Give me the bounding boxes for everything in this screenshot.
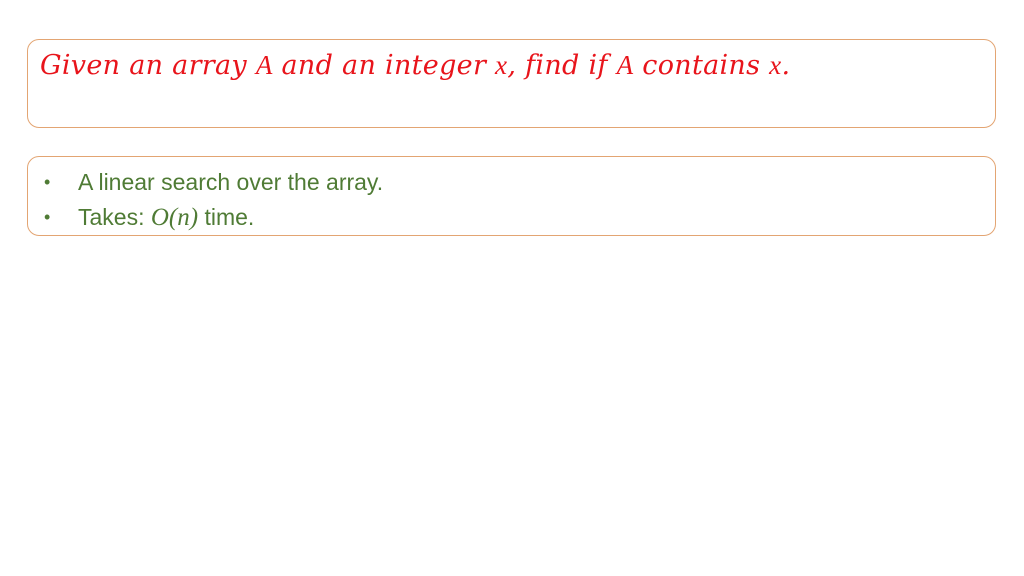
title-text-segment: contains (633, 50, 770, 81)
math-variable: A (255, 50, 273, 80)
title-text-segment: , find if (507, 50, 617, 81)
bullet-icon: • (44, 207, 51, 227)
bullet-text: Takes: (78, 204, 151, 230)
math-variable: x (769, 50, 782, 80)
bullet-item: • A linear search over the array. (28, 165, 383, 200)
bullet-text: time. (198, 204, 255, 230)
solution-box: • A linear search over the array. • Take… (27, 156, 996, 236)
problem-statement: Given an array A and an integer x, find … (40, 48, 975, 83)
math-variable: x (495, 50, 508, 80)
math-variable: A (616, 50, 634, 80)
complexity-math: O(n) (150, 204, 199, 231)
bullet-text: A linear search over the array. (78, 169, 384, 195)
title-text-segment: Given an array (40, 50, 256, 81)
bullet-item: • Takes: O(n) time. (28, 200, 383, 235)
bullet-icon: • (44, 172, 51, 192)
title-text-segment: and an integer (272, 50, 496, 81)
bullet-list: • A linear search over the array. • Take… (28, 165, 383, 235)
problem-statement-box: Given an array A and an integer x, find … (27, 39, 996, 128)
title-text-segment: . (781, 50, 791, 81)
